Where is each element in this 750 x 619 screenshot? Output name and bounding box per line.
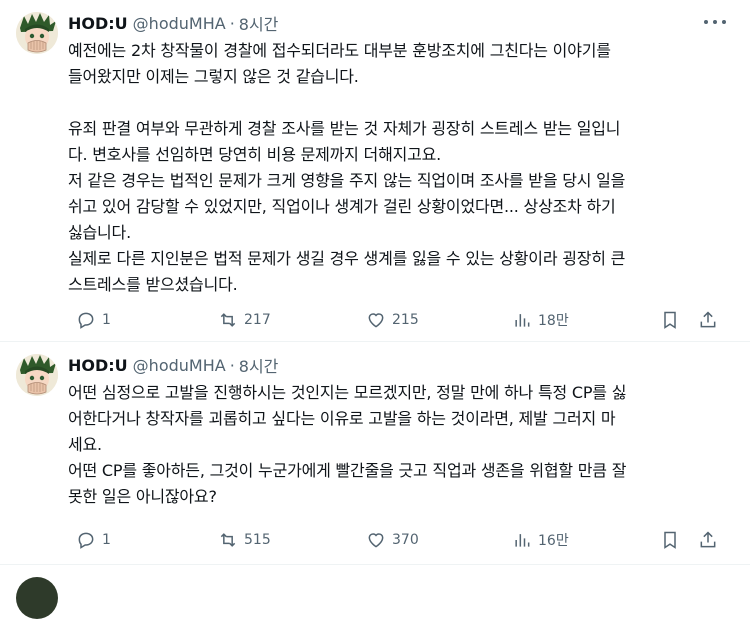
like-button[interactable]: 370 — [366, 530, 419, 550]
views-count: 18만 — [538, 313, 569, 329]
tweet-text: 예전에는 2차 창작물이 경찰에 접수되더라도 대부분 훈방조치에 그친다는 이… — [68, 38, 734, 298]
tweet-line: 세요. — [68, 435, 102, 454]
next-tweet-avatar[interactable] — [16, 577, 58, 619]
tweet-line: 어한다거나 창작자를 괴롭히고 싶다는 이유로 고발을 하는 것이라면, 제발 … — [68, 409, 616, 428]
separator-dot: · — [229, 13, 235, 33]
tweet[interactable]: HOD:U @hoduMHA · 8시간 어떤 심정으로 고발을 진행하시는 것… — [0, 342, 750, 565]
avatar[interactable] — [16, 354, 58, 396]
user-handle[interactable]: @hoduMHA — [133, 14, 226, 33]
heart-icon — [368, 313, 384, 328]
share-button[interactable] — [698, 310, 718, 330]
share-icon — [700, 311, 716, 328]
tweet[interactable]: HOD:U @hoduMHA · 8시간 예전에는 2차 창작물이 경찰에 접수… — [0, 0, 750, 342]
retweet-button[interactable]: 217 — [218, 310, 271, 330]
tweet-line: 어떤 CP를 좋아하든, 그것이 누군가에게 빨간줄을 긋고 직업과 생존을 위… — [68, 461, 627, 480]
retweet-icon — [220, 533, 236, 547]
action-bar: 1 217 215 18만 — [68, 308, 720, 332]
reply-icon — [78, 532, 94, 549]
user-handle[interactable]: @hoduMHA — [133, 356, 226, 375]
tweet-line: 못한 일은 아니잖아요? — [68, 487, 217, 506]
tweet-line: 스트레스를 받으셨습니다. — [68, 275, 238, 294]
tweet-line: 다. 변호사를 선임하면 당연히 비용 문제까지 더해지고요. — [68, 145, 442, 164]
like-count: 215 — [392, 312, 419, 328]
tweet-line: 싫습니다. — [68, 223, 131, 242]
tweet-text: 어떤 심정으로 고발을 진행하시는 것인지는 모르겠지만, 정말 만에 하나 특… — [68, 380, 734, 510]
display-name[interactable]: HOD:U — [68, 356, 128, 375]
views-button[interactable]: 16만 — [512, 530, 569, 550]
share-button[interactable] — [698, 530, 718, 550]
bookmark-button[interactable] — [660, 530, 680, 550]
reply-count: 1 — [102, 532, 111, 548]
tweet-line: 들어왔지만 이제는 그렇지 않은 것 같습니다. — [68, 67, 359, 86]
like-count: 370 — [392, 532, 419, 548]
tweet-line: 예전에는 2차 창작물이 경찰에 접수되더라도 대부분 훈방조치에 그친다는 이… — [68, 41, 611, 60]
views-button[interactable]: 18만 — [512, 310, 569, 330]
tweet-line: 저 같은 경우는 법적인 문제가 크게 영향을 주지 않는 직업이며 조사를 받… — [68, 171, 626, 190]
views-chart-icon — [515, 534, 530, 547]
views-count: 16만 — [538, 533, 569, 549]
reply-button[interactable]: 1 — [76, 310, 111, 330]
views-chart-icon — [515, 314, 530, 327]
retweet-icon — [220, 313, 236, 327]
tweet-line: 쉬고 있어 감당할 수 있었지만, 직업이나 생계가 걸린 상황이었다면... … — [68, 197, 616, 216]
share-icon — [700, 531, 716, 548]
timestamp[interactable]: 8시간 — [239, 11, 279, 35]
separator-dot: · — [229, 355, 235, 375]
bookmark-icon — [664, 531, 676, 549]
reply-icon — [78, 312, 94, 329]
reply-count: 1 — [102, 312, 111, 328]
tweet-line: 유죄 판결 여부와 무관하게 경찰 조사를 받는 것 자체가 굉장히 스트레스 … — [68, 119, 621, 138]
avatar[interactable] — [16, 12, 58, 54]
retweet-button[interactable]: 515 — [218, 530, 271, 550]
tweet-line: 어떤 심정으로 고발을 진행하시는 것인지는 모르겠지만, 정말 만에 하나 특… — [68, 383, 627, 402]
heart-icon — [368, 533, 384, 548]
retweet-count: 515 — [244, 532, 271, 548]
more-options-icon[interactable] — [704, 14, 726, 30]
like-button[interactable]: 215 — [366, 310, 419, 330]
display-name[interactable]: HOD:U — [68, 14, 128, 33]
tweet-line: 실제로 다른 지인분은 법적 문제가 생길 경우 생계를 잃을 수 있는 상황이… — [68, 249, 626, 268]
retweet-count: 217 — [244, 312, 271, 328]
bookmark-button[interactable] — [660, 310, 680, 330]
bookmark-icon — [664, 311, 676, 329]
reply-button[interactable]: 1 — [76, 530, 111, 550]
action-bar: 1 515 370 16만 — [68, 528, 720, 552]
timestamp[interactable]: 8시간 — [239, 353, 279, 377]
